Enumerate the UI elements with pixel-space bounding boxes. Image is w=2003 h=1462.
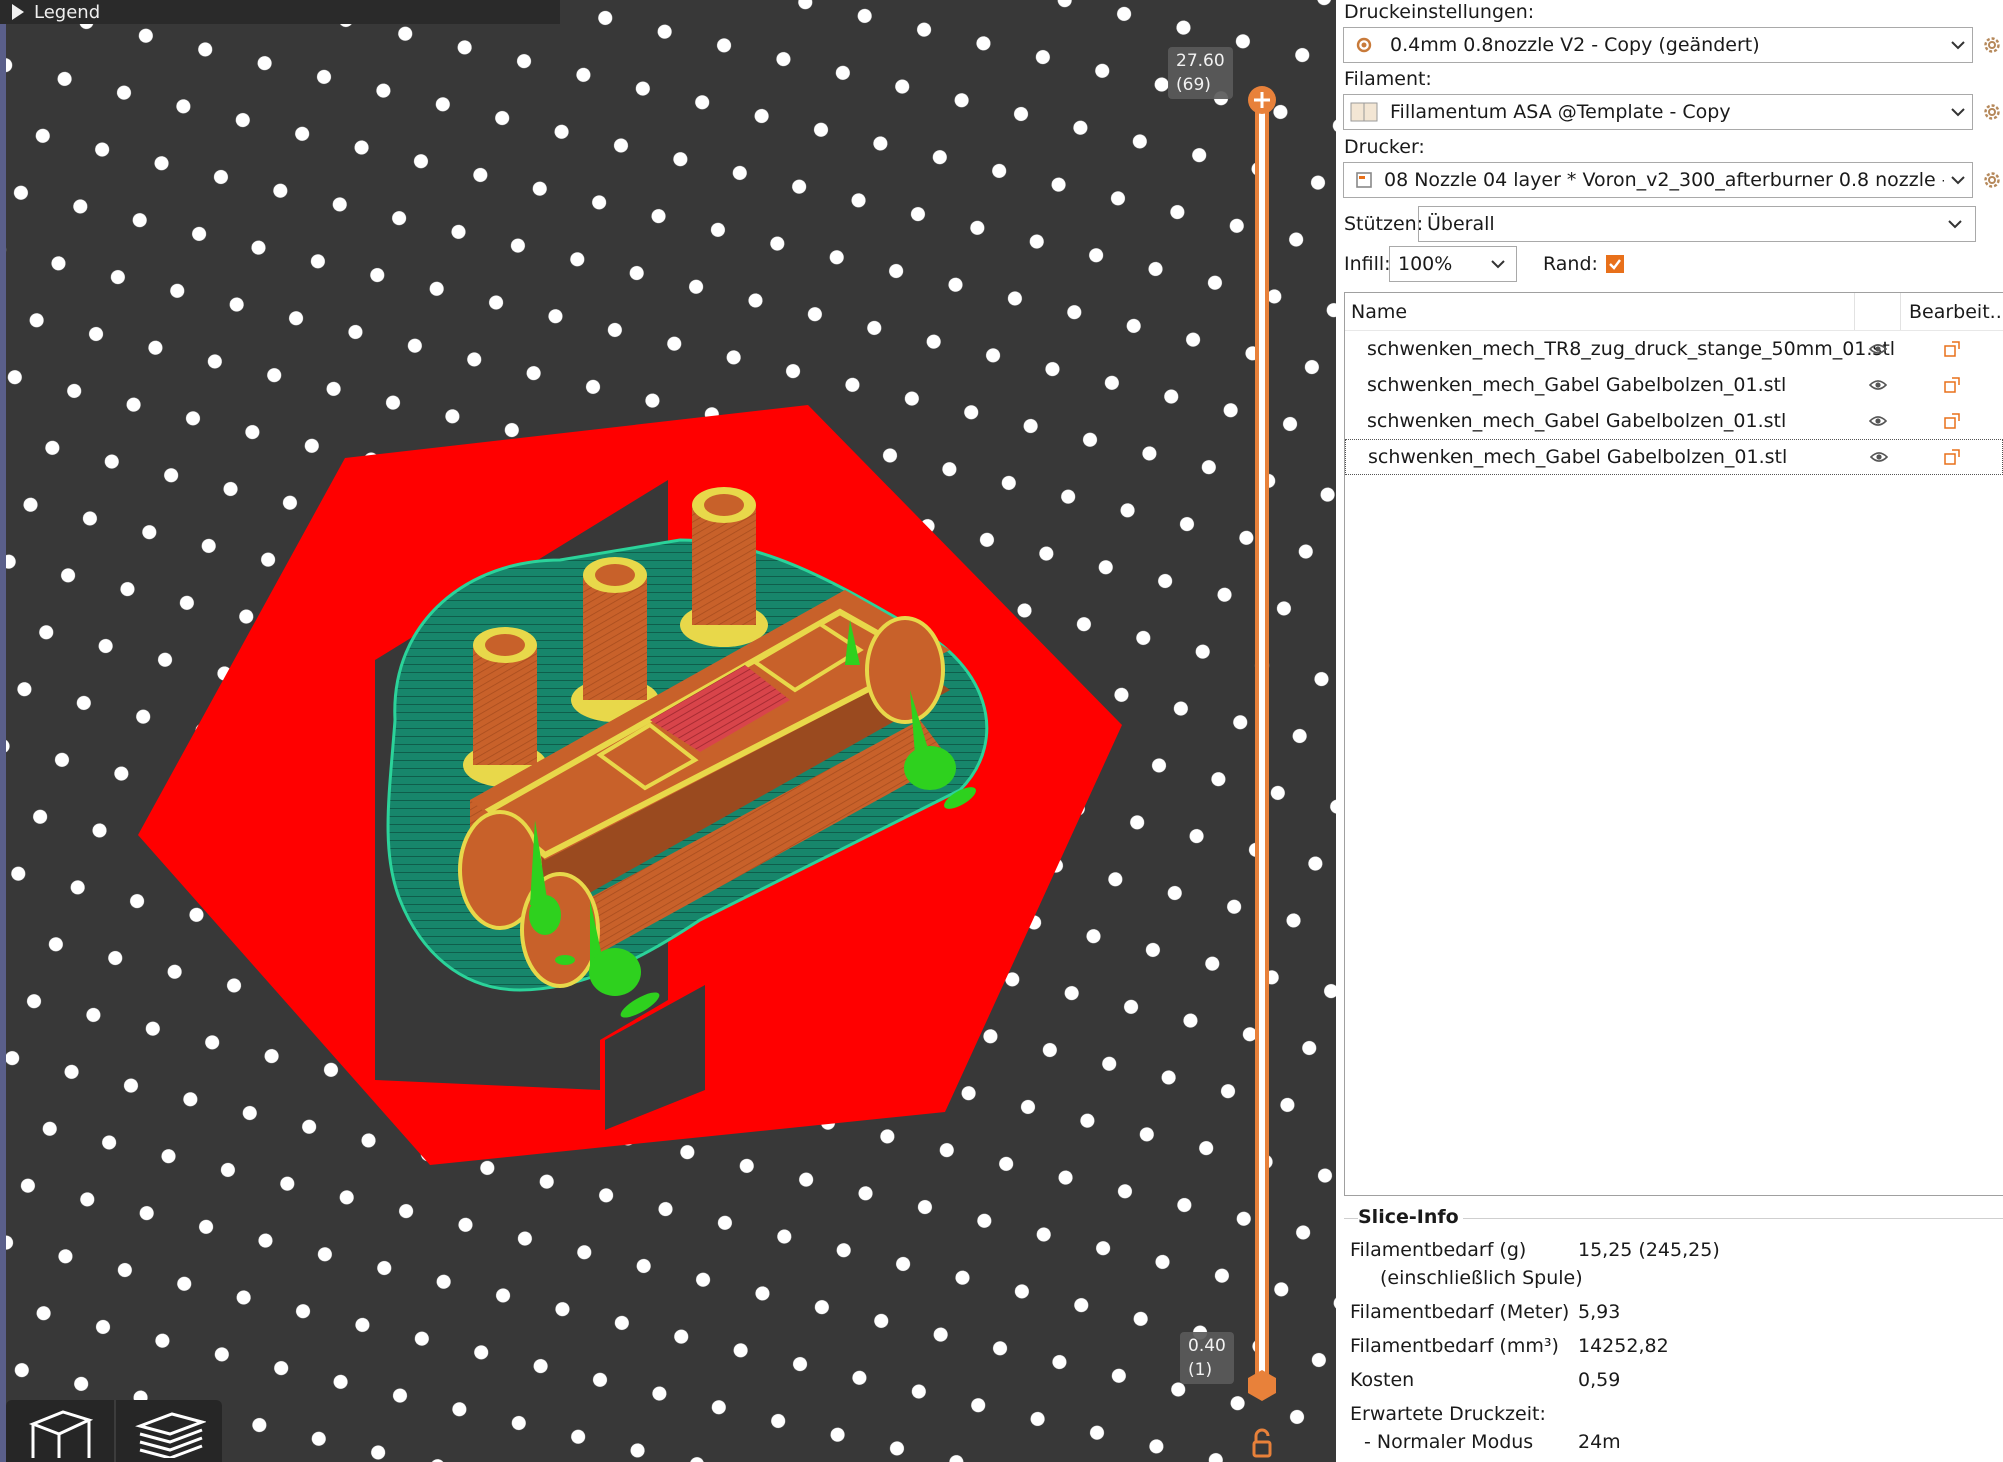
printer-icon bbox=[1344, 170, 1384, 190]
chevron-down-icon bbox=[1944, 175, 1972, 185]
preview-layers-button[interactable] bbox=[114, 1400, 222, 1462]
object-row[interactable]: schwenken_mech_Gabel Gabelbolzen_01.stl bbox=[1345, 403, 2003, 439]
support-row: Stützen: Überall bbox=[1344, 206, 1976, 242]
object-row[interactable]: schwenken_mech_Gabel Gabelbolzen_01.stl bbox=[1345, 367, 2003, 403]
brim-checkbox[interactable] bbox=[1605, 255, 1624, 273]
cost-row: Kosten 0,59 bbox=[1350, 1369, 1620, 1391]
edit-settings-icon[interactable] bbox=[1901, 413, 2003, 429]
filament-g-row: Filamentbedarf (g) 15,25 (245,25) bbox=[1350, 1239, 1720, 1261]
bolt-1 bbox=[463, 627, 547, 787]
chevron-down-icon bbox=[1944, 107, 1972, 117]
filament-color-icon bbox=[1344, 102, 1384, 122]
legend-toggle[interactable]: Legend bbox=[0, 0, 560, 24]
settings-panel: Druckeinstellungen: 0.4mm 0.8nozzle V2 -… bbox=[1336, 0, 2003, 1462]
filament-g-sub: (einschließlich Spule) bbox=[1380, 1267, 1583, 1289]
layer-bottom-badge: 0.40 (1) bbox=[1180, 1332, 1234, 1384]
filament-g-label: Filamentbedarf (g) bbox=[1350, 1239, 1527, 1261]
infill-combo[interactable]: 100% bbox=[1389, 246, 1517, 282]
filament-g-value: 15,25 (245,25) bbox=[1578, 1239, 1720, 1261]
support-value: Überall bbox=[1427, 213, 1495, 235]
layer-bottom-height: 0.40 bbox=[1188, 1336, 1226, 1356]
column-header-visibility[interactable] bbox=[1855, 293, 1901, 330]
time-row: Erwartete Druckzeit: bbox=[1350, 1403, 1578, 1425]
edit-settings-icon[interactable] bbox=[1902, 449, 2002, 465]
chevron-down-icon bbox=[1491, 260, 1505, 269]
print-profile-icon bbox=[1344, 35, 1384, 55]
support-combo[interactable]: Überall bbox=[1418, 206, 1976, 242]
object-name: schwenken_mech_TR8_zug_druck_stange_50mm… bbox=[1367, 338, 1896, 360]
mode-row: - Normaler Modus 24m bbox=[1364, 1431, 1621, 1453]
mode-value: 24m bbox=[1578, 1431, 1621, 1453]
filament-combo[interactable]: Fillamentum ASA @Template - Copy bbox=[1343, 94, 1973, 130]
column-header-name[interactable]: Name bbox=[1345, 293, 1855, 330]
infill-row: Infill: 100% Rand: bbox=[1344, 246, 1624, 282]
object-name: schwenken_mech_Gabel Gabelbolzen_01.stl bbox=[1367, 410, 1787, 432]
filament-g-sub-row: (einschließlich Spule) bbox=[1380, 1267, 1583, 1289]
filament-m-row: Filamentbedarf (Meter) 5,93 bbox=[1350, 1301, 1620, 1323]
eye-icon[interactable] bbox=[1855, 379, 1901, 391]
slice-info-box: Slice-Info Filamentbedarf (g) 15,25 (245… bbox=[1344, 1196, 2003, 1462]
object-name: schwenken_mech_Gabel Gabelbolzen_01.stl bbox=[1368, 446, 1788, 468]
brim-label: Rand: bbox=[1543, 253, 1598, 275]
layer-bottom-index: (1) bbox=[1188, 1360, 1213, 1380]
printer-value: 08 Nozzle 04 layer * Voron_v2_300_afterb… bbox=[1384, 169, 1944, 191]
3d-preview-viewport[interactable]: Legend 27.60 (69) 0.40 (1) bbox=[0, 0, 1336, 1462]
cost-value: 0,59 bbox=[1578, 1369, 1621, 1391]
print-settings-label: Druckeinstellungen: bbox=[1344, 1, 1535, 23]
filament-value: Fillamentum ASA @Template - Copy bbox=[1390, 101, 1731, 123]
3d-view-button[interactable] bbox=[6, 1400, 114, 1462]
object-name: schwenken_mech_Gabel Gabelbolzen_01.stl bbox=[1367, 374, 1787, 396]
object-row[interactable]: schwenken_mech_TR8_zug_druck_stange_50mm… bbox=[1345, 331, 2003, 367]
filament-m-value: 5,93 bbox=[1578, 1301, 1621, 1323]
object-list[interactable]: Name Bearbeit... schwenken_mech_TR8_zug_… bbox=[1344, 292, 2003, 1196]
support-label: Stützen: bbox=[1344, 213, 1424, 235]
print-settings-combo[interactable]: 0.4mm 0.8nozzle V2 - Copy (geändert) bbox=[1343, 27, 1973, 63]
left-edge-strip bbox=[0, 0, 6, 1462]
cost-label: Kosten bbox=[1350, 1369, 1415, 1391]
slice-info-title: Slice-Info bbox=[1358, 1206, 1463, 1228]
edit-settings-icon[interactable] bbox=[1901, 341, 2003, 357]
cube-icon bbox=[28, 1410, 94, 1458]
legend-label: Legend bbox=[34, 1, 101, 23]
filament-gear-icon[interactable] bbox=[1982, 102, 2002, 122]
layer-top-badge: 27.60 (69) bbox=[1168, 47, 1233, 99]
time-label: Erwartete Druckzeit: bbox=[1350, 1403, 1546, 1425]
printer-label: Drucker: bbox=[1344, 136, 1425, 158]
chevron-down-icon bbox=[1944, 40, 1972, 50]
filament-m-label: Filamentbedarf (Meter) bbox=[1350, 1301, 1570, 1323]
print-settings-gear-icon[interactable] bbox=[1982, 35, 2002, 55]
edit-settings-icon[interactable] bbox=[1901, 377, 2003, 393]
column-header-edit[interactable]: Bearbeit... bbox=[1901, 301, 2003, 323]
mode-label: - Normaler Modus bbox=[1364, 1431, 1534, 1453]
eye-icon[interactable] bbox=[1855, 415, 1901, 427]
filament-mm3-label: Filamentbedarf (mm³) bbox=[1350, 1335, 1559, 1357]
gcode-preview-scene[interactable] bbox=[0, 0, 1336, 1462]
object-row[interactable]: schwenken_mech_Gabel Gabelbolzen_01.stl bbox=[1345, 439, 2003, 475]
view-mode-toolbar bbox=[6, 1400, 222, 1462]
layer-top-index: (69) bbox=[1176, 75, 1211, 95]
chevron-down-icon bbox=[1948, 220, 1962, 229]
layers-icon bbox=[135, 1412, 206, 1458]
printer-gear-icon[interactable] bbox=[1982, 170, 2002, 190]
eye-icon[interactable] bbox=[1855, 343, 1901, 355]
infill-value: 100% bbox=[1398, 253, 1453, 275]
print-settings-value: 0.4mm 0.8nozzle V2 - Copy (geändert) bbox=[1390, 34, 1760, 56]
object-list-header: Name Bearbeit... bbox=[1345, 293, 2003, 331]
filament-mm3-row: Filamentbedarf (mm³) 14252,82 bbox=[1350, 1335, 1669, 1357]
filament-label: Filament: bbox=[1344, 68, 1432, 90]
infill-label: Infill: bbox=[1344, 253, 1391, 275]
filament-mm3-value: 14252,82 bbox=[1578, 1335, 1669, 1357]
bolt-2 bbox=[571, 557, 659, 722]
layer-top-height: 27.60 bbox=[1176, 51, 1225, 71]
eye-icon[interactable] bbox=[1856, 451, 1902, 463]
expand-triangle-icon bbox=[12, 4, 24, 20]
printer-combo[interactable]: 08 Nozzle 04 layer * Voron_v2_300_afterb… bbox=[1343, 162, 1973, 198]
bolt-3 bbox=[680, 487, 768, 647]
